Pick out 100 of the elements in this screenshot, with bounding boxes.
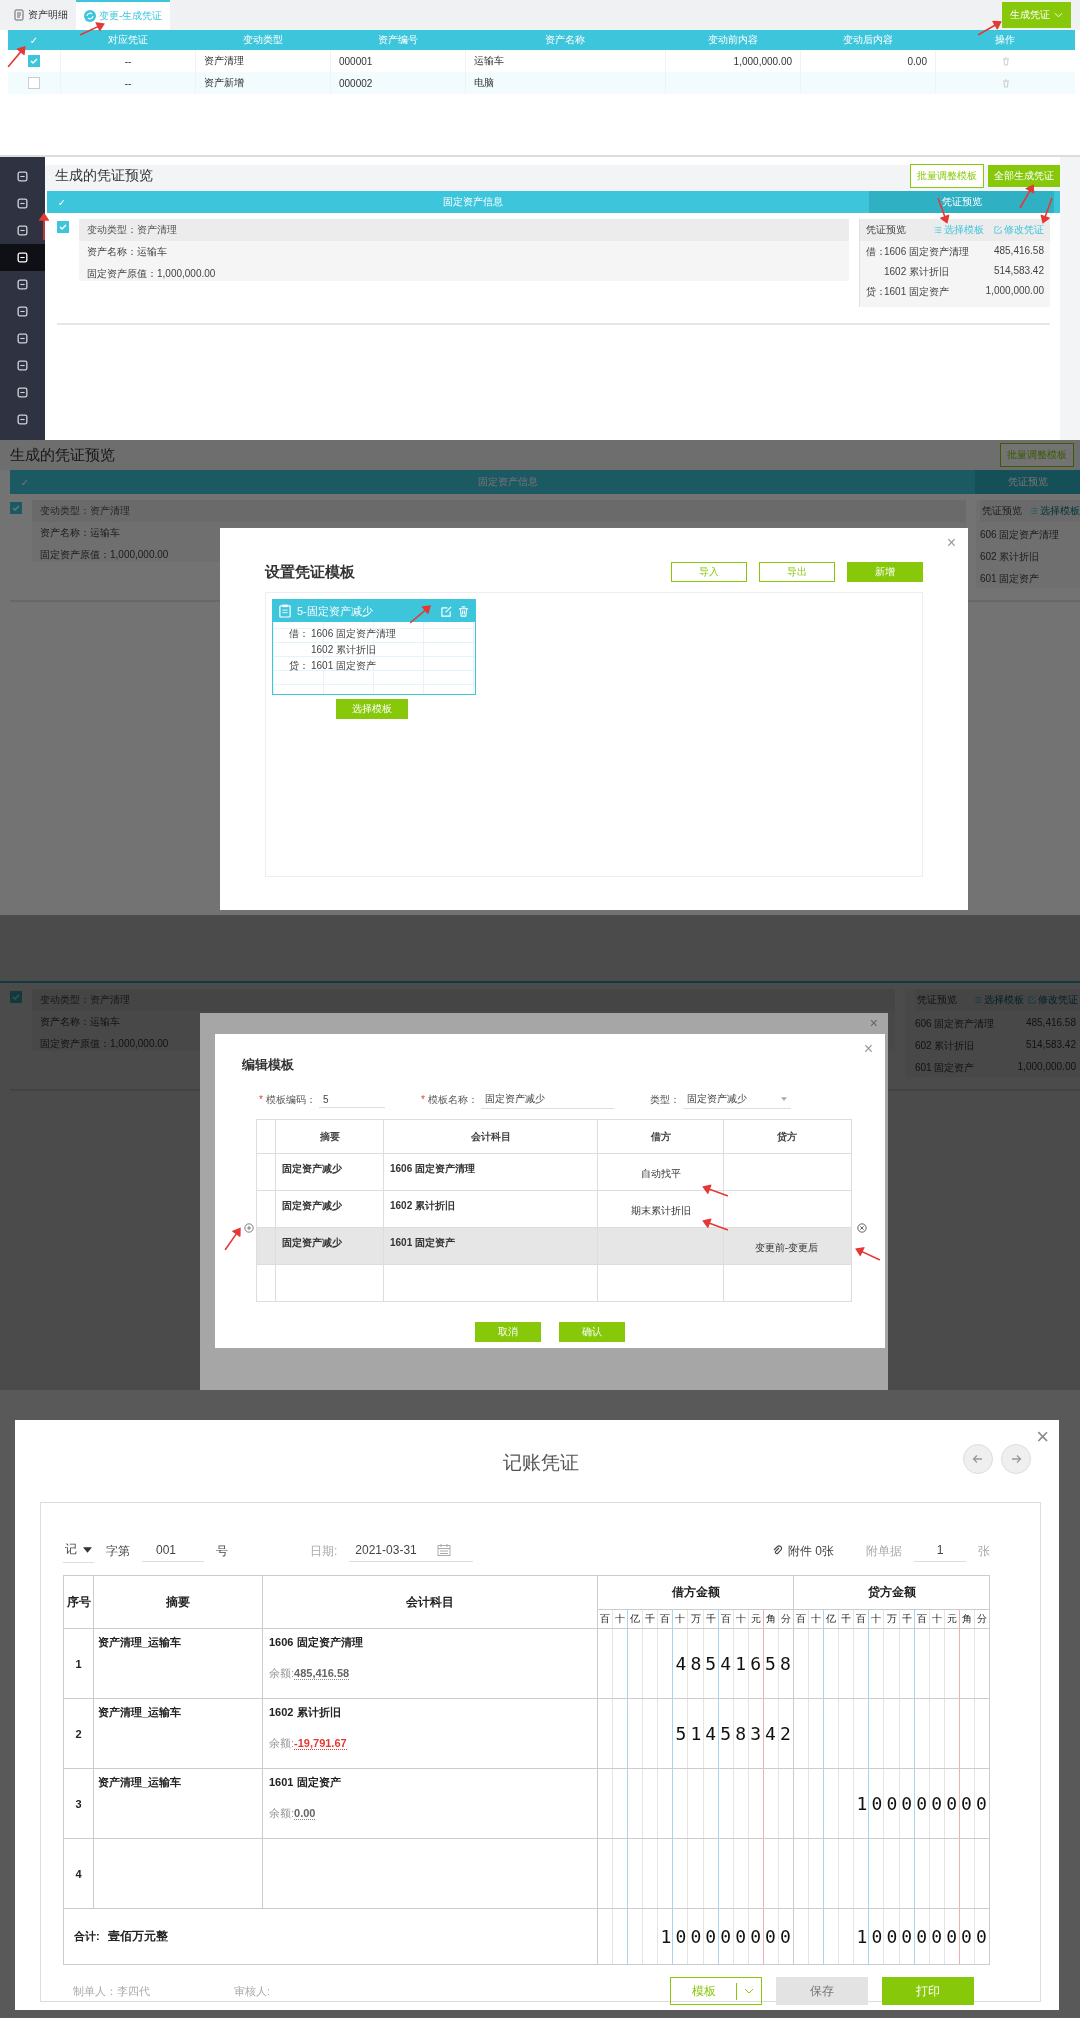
next-button[interactable] — [1001, 1444, 1031, 1474]
column-header: 操作 — [994, 33, 1016, 47]
debit-amount: 48541658 — [675, 1654, 795, 1673]
attachment-link[interactable]: 附件 0张 — [788, 1542, 834, 1560]
unit-label: 十 — [673, 1610, 689, 1628]
menu-icon — [16, 332, 29, 345]
checkbox[interactable] — [28, 55, 40, 67]
amount: 485,416.58 — [993, 245, 1044, 258]
table-row[interactable]: 固定资产减少 1606 固定资产清理 自动找平 — [257, 1153, 851, 1190]
row-number: 2 — [75, 1727, 82, 1740]
template-name: 5-固定资产减少 — [297, 603, 373, 619]
trash-icon[interactable] — [1000, 56, 1011, 66]
checkbox[interactable] — [57, 221, 69, 233]
account-name: 1602 累计折旧 — [269, 1705, 342, 1720]
list-icon — [974, 996, 982, 1004]
unit-label: 千 — [839, 1610, 855, 1628]
checkbox[interactable] — [10, 991, 22, 1003]
close-button[interactable]: × — [1036, 1424, 1049, 1450]
voucher-type-select[interactable]: 记 — [63, 1539, 94, 1563]
column-header: 变动类型 — [241, 33, 284, 47]
input-field[interactable]: 固定资产减少 — [480, 1090, 614, 1109]
total-label: 合计: — [74, 1930, 100, 1942]
unit-label: 百 — [658, 1610, 674, 1628]
action-button[interactable]: 全部生成凭证 — [988, 165, 1060, 187]
caret-icon — [1054, 12, 1063, 18]
clipboard-icon — [279, 604, 291, 618]
unit-label: 分 — [779, 1612, 792, 1626]
column-header: 凭证预览 — [975, 470, 1080, 494]
asset-detail: 资产名称：运输车 — [39, 526, 121, 540]
asset-detail: 固定资产原值：1,000,000.00 — [86, 267, 217, 281]
action-button[interactable]: 批量调整模板 — [1000, 443, 1074, 467]
print-button[interactable]: 打印 — [882, 1977, 974, 2005]
account-name: 1606 固定资产清理 — [311, 627, 397, 641]
dialog-button[interactable]: 导入 — [671, 562, 747, 582]
edit-icon[interactable] — [441, 605, 452, 617]
trash-icon[interactable] — [458, 605, 469, 617]
dialog-title: 设置凭证模板 — [265, 563, 355, 582]
link[interactable]: 选择模板 — [974, 993, 1024, 1007]
select-template-button[interactable]: 选择模板 — [336, 699, 408, 719]
field-label: 号 — [216, 1542, 228, 1560]
checkbox[interactable] — [10, 502, 22, 514]
table-row[interactable]: 固定资产减少 1601 固定资产 变更前-变更后 — [257, 1227, 851, 1264]
dialog-button[interactable]: 导出 — [759, 562, 835, 582]
remove-row-icon[interactable] — [857, 1223, 867, 1233]
close-button[interactable]: × — [946, 534, 956, 552]
dialog-title: 编辑模板 — [241, 1056, 295, 1074]
preparer-label: 制单人：李四代 — [73, 1983, 150, 1999]
unit-label: 十 — [809, 1610, 825, 1628]
checkbox[interactable] — [28, 77, 40, 89]
asset-detail: 资产名称：运输车 — [86, 245, 168, 259]
tab[interactable]: 资产明细 — [5, 0, 76, 30]
unit-label: 百 — [718, 1610, 734, 1628]
column-header: 序号 — [66, 1594, 91, 1609]
menu-icon — [16, 197, 29, 210]
input-field[interactable]: 5 — [318, 1091, 385, 1108]
unit-label: 百 — [794, 1610, 810, 1628]
close-button[interactable]: × — [863, 1040, 873, 1058]
account-name: 1601 固定资产 — [884, 285, 951, 299]
dialog-button[interactable]: 取消 — [475, 1322, 541, 1342]
link[interactable]: 修改凭证 — [994, 223, 1044, 237]
previous-button[interactable] — [963, 1444, 993, 1474]
link[interactable]: 选择模板 — [1030, 504, 1080, 518]
documents-field[interactable]: 1 — [914, 1540, 966, 1562]
tab[interactable]: 变更-生成凭证 — [76, 0, 171, 30]
trash-icon[interactable] — [1000, 78, 1011, 88]
number-field[interactable]: 001 — [142, 1540, 204, 1562]
unit-label: 十 — [929, 1610, 945, 1628]
template-card[interactable]: 5-固定资产减少 借： 1606 固定资产清理 1602 累计折旧 贷： 1601 固定资产 — [272, 599, 476, 695]
generate-voucher-button[interactable]: 生成凭证 — [1002, 2, 1071, 28]
type-select[interactable]: 固定资产减少 — [682, 1090, 791, 1109]
menu-icon — [16, 170, 29, 183]
entry-side: 贷： — [289, 660, 309, 671]
column-header: 会计科目 — [406, 1594, 454, 1609]
column-header: 贷方金额 — [867, 1585, 916, 1599]
close-button[interactable]: × — [869, 1015, 878, 1031]
menu-icon — [16, 251, 29, 264]
unit-label: 元 — [748, 1610, 764, 1628]
column-header: ✓ — [56, 196, 68, 208]
dialog-button[interactable]: 新增 — [847, 562, 923, 582]
balance-label: 余额: — [269, 1667, 295, 1679]
menu-icon — [16, 413, 29, 426]
dialog-button[interactable]: 确认 — [559, 1322, 625, 1342]
table-row[interactable]: 固定资产减少 1602 累计折旧 期末累计折旧 — [257, 1190, 851, 1227]
add-row-icon[interactable] — [244, 1223, 254, 1233]
date-field[interactable]: 2021-03-31 — [349, 1540, 474, 1562]
table-cell: -- — [60, 72, 195, 94]
amount: 1,000,000.00 — [985, 285, 1044, 298]
table-cell: 资产新增 — [195, 72, 330, 94]
action-button[interactable]: 批量调整模板 — [910, 164, 984, 188]
document-icon — [13, 9, 25, 21]
unit-label: 分 — [975, 1612, 988, 1626]
table-cell: 0.00 — [907, 55, 927, 67]
table-cell: 1602 累计折旧 — [390, 1200, 456, 1211]
template-button[interactable]: 模板 — [670, 1977, 762, 2005]
column-header: 借方金额 — [671, 1585, 720, 1599]
table-row[interactable] — [257, 1264, 851, 1301]
unit-label: 元 — [944, 1610, 960, 1628]
link[interactable]: 选择模板 — [934, 223, 984, 237]
column-header: 固定资产信息 — [476, 475, 539, 489]
sidebar-item[interactable] — [0, 244, 45, 271]
